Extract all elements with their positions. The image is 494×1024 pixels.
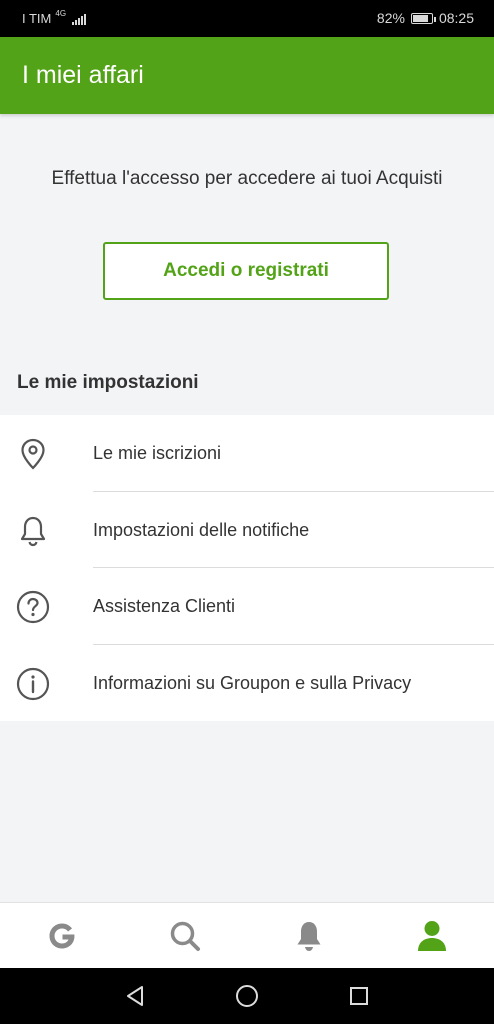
bell-icon bbox=[297, 922, 321, 951]
page-title: I miei affari bbox=[22, 61, 144, 89]
settings-heading: Le mie impostazioni bbox=[17, 372, 199, 393]
recent-apps-icon[interactable] bbox=[348, 985, 370, 1007]
network-type: 4G bbox=[55, 9, 67, 18]
system-nav-bar bbox=[0, 968, 494, 1024]
status-left: I TIM 4G bbox=[22, 9, 87, 26]
signal-strength-icon bbox=[72, 13, 87, 25]
settings-item-label: Informazioni su Groupon e sulla Privacy bbox=[93, 672, 412, 693]
bell-icon bbox=[16, 514, 50, 548]
settings-item-subscriptions[interactable]: Le mie iscrizioni bbox=[0, 415, 494, 492]
settings-item-notifications[interactable]: Impostazioni delle notifiche bbox=[0, 492, 494, 568]
tab-home[interactable] bbox=[0, 903, 124, 969]
info-circle-icon bbox=[16, 667, 50, 701]
tab-search[interactable] bbox=[124, 903, 248, 969]
home-icon[interactable] bbox=[234, 983, 260, 1009]
bottom-nav bbox=[0, 902, 494, 969]
carrier-name: I TIM bbox=[22, 11, 52, 26]
status-bar: I TIM 4G 82% 08:25 bbox=[0, 0, 494, 37]
question-circle-icon bbox=[16, 590, 50, 624]
settings-list: Le mie iscrizioni Impostazioni delle not… bbox=[0, 415, 494, 721]
login-prompt-text: Effettua l'accesso per accedere ai tuoi … bbox=[51, 168, 443, 189]
settings-item-label: Le mie iscrizioni bbox=[93, 443, 222, 463]
clock: 08:25 bbox=[438, 10, 474, 26]
settings-item-label: Impostazioni delle notifiche bbox=[93, 519, 310, 540]
status-right: 82% 08:25 bbox=[377, 10, 474, 26]
tab-notifications[interactable] bbox=[247, 903, 371, 969]
battery-icon bbox=[410, 12, 436, 24]
settings-item-label: Assistenza Clienti bbox=[93, 596, 236, 616]
settings-item-privacy-info[interactable]: Informazioni su Groupon e sulla Privacy bbox=[0, 645, 494, 722]
location-pin-icon bbox=[16, 437, 50, 471]
search-icon bbox=[171, 921, 201, 951]
app-bar: I miei affari bbox=[0, 37, 494, 114]
back-icon[interactable] bbox=[124, 984, 146, 1008]
person-icon bbox=[418, 921, 447, 951]
settings-item-customer-support[interactable]: Assistenza Clienti bbox=[0, 568, 494, 645]
battery-percent: 82% bbox=[376, 10, 405, 26]
login-register-button[interactable]: Accedi o registrati bbox=[103, 242, 389, 300]
groupon-g-icon bbox=[49, 923, 75, 949]
tab-profile[interactable] bbox=[371, 903, 494, 969]
